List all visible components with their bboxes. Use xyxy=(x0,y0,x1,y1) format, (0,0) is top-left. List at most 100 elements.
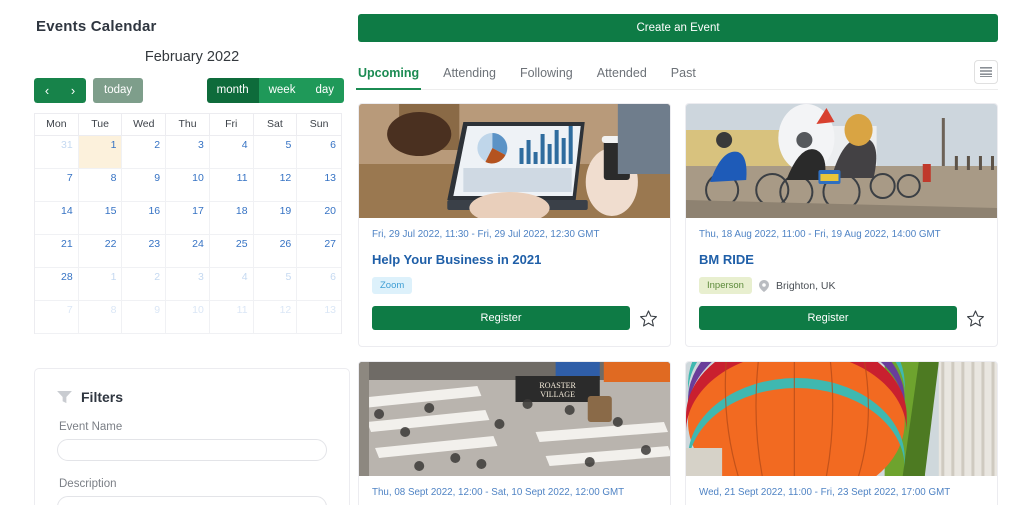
filter-input-event-name[interactable] xyxy=(57,439,327,461)
register-button[interactable]: Register xyxy=(699,306,957,330)
register-button[interactable]: Register xyxy=(372,306,630,330)
calendar-day-cell[interactable]: 13 xyxy=(297,301,341,334)
prev-month-button[interactable]: ‹ xyxy=(34,77,60,103)
event-type-badge: Zoom xyxy=(372,277,413,294)
event-image xyxy=(686,104,997,218)
event-actions: Register xyxy=(699,306,985,330)
filter-label-event-name: Event Name xyxy=(59,421,123,433)
calendar-day-cell[interactable]: 3 xyxy=(166,268,210,301)
event-meta: Inperson Brighton, UK xyxy=(699,277,985,294)
calendar-day-cell[interactable]: 22 xyxy=(78,235,123,268)
calendar-day-cell[interactable]: 27 xyxy=(297,235,341,268)
tab-upcoming[interactable]: Upcoming xyxy=(355,66,422,90)
calendar-week-row: 14 15 16 17 18 19 20 xyxy=(35,202,341,235)
calendar-day-cell[interactable]: 2 xyxy=(122,136,167,169)
calendar-day-cell[interactable]: 14 xyxy=(35,202,79,235)
svg-text:ROASTER: ROASTER xyxy=(539,381,576,390)
page-title: Events Calendar xyxy=(36,18,157,35)
calendar-day-cell[interactable]: 4 xyxy=(209,136,254,169)
event-image xyxy=(686,362,997,476)
event-card-body: Wed, 21 Sept 2022, 11:00 - Fri, 23 Sept … xyxy=(686,476,997,505)
event-meta: Zoom xyxy=(372,277,658,294)
star-outline-icon[interactable] xyxy=(966,309,985,328)
event-card[interactable]: Fri, 29 Jul 2022, 11:30 - Fri, 29 Jul 20… xyxy=(358,103,671,347)
calendar-weekday-header: Mon Tue Wed Thu Fri Sat Sun xyxy=(35,114,341,136)
calendar-day-cell[interactable]: 9 xyxy=(122,301,167,334)
calendar-day-cell[interactable]: 9 xyxy=(122,169,167,202)
weekday-header-fri: Fri xyxy=(209,114,254,136)
calendar-day-cell[interactable]: 8 xyxy=(78,301,123,334)
star-outline-icon[interactable] xyxy=(639,309,658,328)
calendar-day-cell[interactable]: 18 xyxy=(209,202,254,235)
calendar-day-cell[interactable]: 19 xyxy=(253,202,298,235)
events-page: Events Calendar February 2022 ‹ › today … xyxy=(0,0,1024,505)
calendar-day-cell[interactable]: 25 xyxy=(209,235,254,268)
filter-field-list: Event Name Description xyxy=(57,421,327,505)
weekday-header-thu: Thu xyxy=(166,114,210,136)
create-event-button[interactable]: Create an Event xyxy=(358,14,998,42)
calendar-day-cell[interactable]: 16 xyxy=(122,202,167,235)
event-title[interactable]: Help Your Business in 2021 xyxy=(372,252,658,267)
calendar-view-day[interactable]: day xyxy=(305,77,344,103)
calendar-week-row: 7 8 9 10 11 12 13 xyxy=(35,301,341,334)
calendar-day-cell[interactable]: 5 xyxy=(253,268,298,301)
event-date: Fri, 29 Jul 2022, 11:30 - Fri, 29 Jul 20… xyxy=(372,229,600,240)
calendar-grid: Mon Tue Wed Thu Fri Sat Sun 31 1 2 3 4 5 6 7 8 9 10 11 12 1… xyxy=(34,113,342,334)
calendar-day-cell[interactable]: 7 xyxy=(35,301,79,334)
calendar-day-cell[interactable]: 1 xyxy=(78,136,123,169)
calendar-day-cell[interactable]: 11 xyxy=(209,301,254,334)
calendar-month-label: February 2022 xyxy=(144,49,240,65)
calendar-day-cell[interactable]: 12 xyxy=(253,169,298,202)
weekday-header-sun: Sun xyxy=(297,114,341,136)
calendar-day-cell[interactable]: 6 xyxy=(297,136,341,169)
today-button[interactable]: today xyxy=(93,77,144,103)
filter-label-description: Description xyxy=(59,478,117,490)
calendar-day-cell[interactable]: 23 xyxy=(122,235,167,268)
calendar-day-cell[interactable]: 13 xyxy=(297,169,341,202)
calendar-day-cell[interactable]: 21 xyxy=(35,235,79,268)
calendar-view-week[interactable]: week xyxy=(258,77,306,103)
calendar-day-cell[interactable]: 28 xyxy=(35,268,79,301)
calendar-day-cell[interactable]: 11 xyxy=(209,169,254,202)
calendar-day-cell[interactable]: 31 xyxy=(35,136,79,169)
event-card[interactable]: ROASTER VILLAGE Thu, 08 Sept 2022, 12:00… xyxy=(358,361,671,505)
calendar-day-cell[interactable]: 5 xyxy=(253,136,298,169)
calendar-day-cell[interactable]: 4 xyxy=(209,268,254,301)
calendar-day-cell[interactable]: 3 xyxy=(166,136,210,169)
tab-following[interactable]: Following xyxy=(520,66,573,89)
calendar-day-cell[interactable]: 26 xyxy=(253,235,298,268)
tab-list: Upcoming Attending Following Attended Past xyxy=(355,66,720,90)
calendar-day-cell[interactable]: 8 xyxy=(78,169,123,202)
event-card-body: Thu, 18 Aug 2022, 11:00 - Fri, 19 Aug 20… xyxy=(686,218,997,340)
list-view-toggle-button[interactable] xyxy=(974,60,998,84)
next-month-button[interactable]: › xyxy=(60,77,86,103)
calendar-day-cell[interactable]: 2 xyxy=(122,268,167,301)
calendar-day-cell[interactable]: 20 xyxy=(297,202,341,235)
calendar-day-cell[interactable]: 15 xyxy=(78,202,123,235)
weekday-header-wed: Wed xyxy=(122,114,167,136)
tab-attending[interactable]: Attending xyxy=(443,66,496,89)
calendar-day-cell[interactable]: 24 xyxy=(166,235,210,268)
calendar-day-cell[interactable]: 17 xyxy=(166,202,210,235)
event-card-body: Thu, 08 Sept 2022, 12:00 - Sat, 10 Sept … xyxy=(359,476,670,505)
calendar-view-month[interactable]: month xyxy=(206,77,259,103)
filters-header: Filters xyxy=(57,389,327,405)
main-content: Create an Event Upcoming Attending Followi… xyxy=(352,0,1024,505)
event-title[interactable]: BM RIDE xyxy=(699,252,985,267)
tab-attended[interactable]: Attended xyxy=(597,66,647,89)
event-actions: Register xyxy=(372,306,658,330)
calendar-day-cell[interactable]: 1 xyxy=(78,268,123,301)
calendar-day-cell[interactable]: 12 xyxy=(253,301,298,334)
tab-past[interactable]: Past xyxy=(671,66,696,89)
calendar-day-cell[interactable]: 10 xyxy=(166,169,210,202)
filter-input-description[interactable] xyxy=(57,496,327,505)
calendar-week-row: 21 22 23 24 25 26 27 xyxy=(35,235,341,268)
event-card[interactable]: Thu, 18 Aug 2022, 11:00 - Fri, 19 Aug 20… xyxy=(685,103,998,347)
location-pin-icon xyxy=(758,279,769,292)
calendar-day-cell[interactable]: 6 xyxy=(297,268,341,301)
event-tabs: Upcoming Attending Following Attended Past xyxy=(355,58,998,90)
weekday-header-sat: Sat xyxy=(253,114,298,136)
calendar-day-cell[interactable]: 7 xyxy=(35,169,79,202)
event-card[interactable]: Wed, 21 Sept 2022, 11:00 - Fri, 23 Sept … xyxy=(685,361,998,505)
calendar-day-cell[interactable]: 10 xyxy=(166,301,210,334)
